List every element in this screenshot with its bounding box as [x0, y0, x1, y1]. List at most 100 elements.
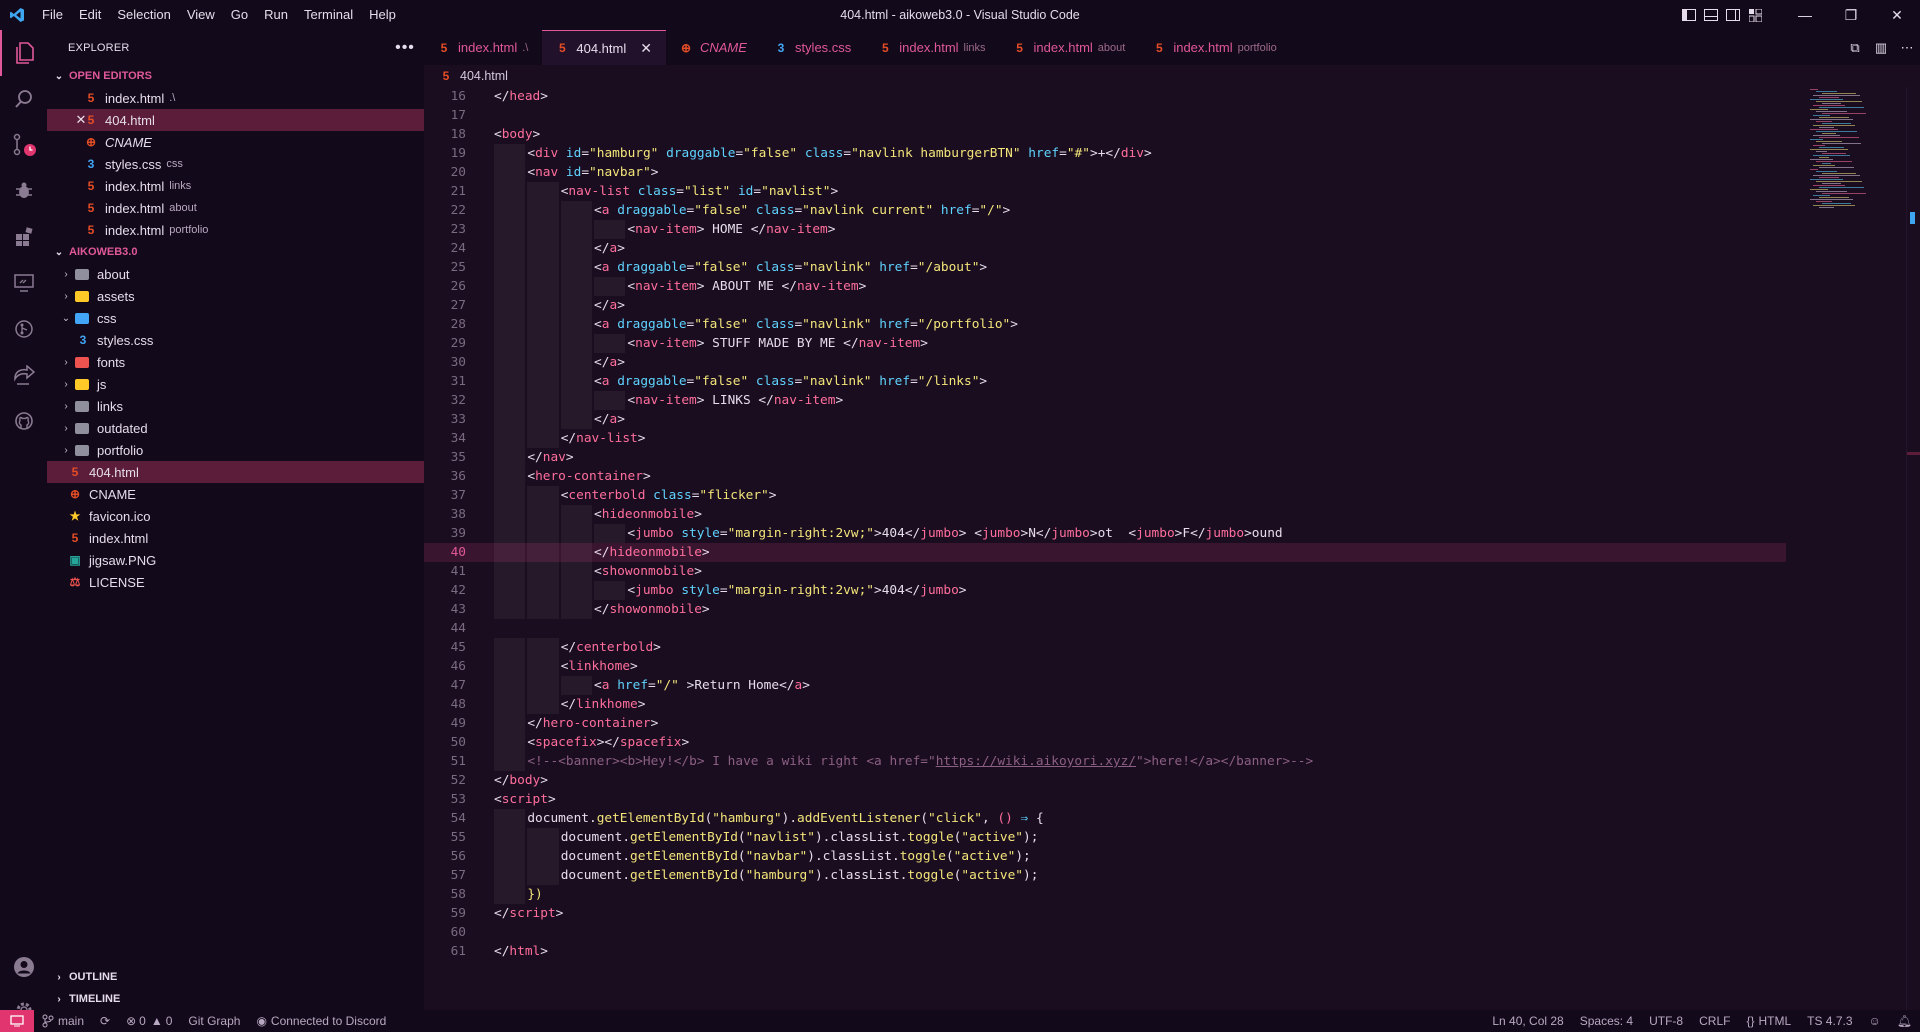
live-share-icon[interactable]	[0, 352, 47, 398]
open-editor-name: index.html	[105, 222, 165, 238]
notifications-bell-icon[interactable]: 🔔︎	[1889, 1010, 1920, 1032]
run-debug-icon[interactable]	[0, 168, 47, 214]
indent-guide	[494, 334, 526, 353]
timeline-section[interactable]: › TIMELINE	[47, 988, 424, 1010]
tree-file[interactable]: ⊕ CNAME	[47, 483, 424, 505]
open-editor-item[interactable]: ⊕ CNAME	[47, 131, 424, 153]
folder-icon	[75, 290, 89, 302]
editor-tab[interactable]: 5 index.html .\	[424, 30, 542, 65]
outline-section[interactable]: › OUTLINE	[47, 966, 424, 988]
close-window-button[interactable]: ✕	[1874, 0, 1920, 30]
tree-file[interactable]: ▣ jigsaw.PNG	[47, 549, 424, 571]
explorer-icon[interactable]	[0, 30, 47, 76]
code-line: 53 <script>	[424, 790, 1786, 809]
menu-run[interactable]: Run	[256, 0, 296, 30]
search-icon[interactable]	[0, 76, 47, 122]
menu-view[interactable]: View	[179, 0, 223, 30]
tree-folder[interactable]: › about	[47, 263, 424, 285]
minimap-line	[1819, 127, 1834, 128]
chevron-right-icon: ›	[57, 993, 61, 1005]
minimap-line	[1810, 139, 1823, 140]
tree-file[interactable]: ⚖ LICENSE	[47, 571, 424, 593]
line-number: 27	[450, 298, 466, 313]
line-number: 25	[450, 260, 466, 275]
toggle-panel-icon[interactable]	[1700, 0, 1722, 30]
open-editor-item[interactable]: 5 index.html .\	[47, 87, 424, 109]
feedback-icon[interactable]: ☺	[1861, 1010, 1889, 1032]
open-editor-item[interactable]: 5 index.html portfolio	[47, 219, 424, 241]
editor-tab[interactable]: 3 styles.css	[761, 30, 865, 65]
git-graph-icon[interactable]	[0, 306, 47, 352]
indent-guide	[560, 505, 593, 524]
cursor-position[interactable]: Ln 40, Col 28	[1484, 1010, 1571, 1032]
open-preview-icon[interactable]: ⧉	[1842, 40, 1868, 56]
tree-file[interactable]: 3 styles.css	[47, 329, 424, 351]
customize-layout-icon[interactable]	[1744, 0, 1766, 30]
editor-tab[interactable]: 5 404.html ✕	[542, 30, 666, 65]
minimap[interactable]	[1806, 87, 1906, 237]
split-editor-icon[interactable]: ▥	[1868, 40, 1894, 56]
line-number: 44	[450, 621, 466, 636]
indent-guide	[494, 600, 526, 619]
menu-help[interactable]: Help	[361, 0, 404, 30]
chevron-right-icon: ›	[64, 444, 68, 456]
tree-file[interactable]: 5 index.html	[47, 527, 424, 549]
tree-file[interactable]: ★ favicon.ico	[47, 505, 424, 527]
open-editor-item[interactable]: ✕ 5 404.html	[47, 109, 424, 131]
breadcrumb[interactable]: 5 404.html	[424, 65, 1920, 87]
more-actions-icon[interactable]: •••	[386, 39, 424, 57]
open-editors-section[interactable]: ⌄ OPEN EDITORS	[47, 65, 424, 87]
open-editor-item[interactable]: 3 styles.css css	[47, 153, 424, 175]
editor-tab[interactable]: 5 index.html about	[1000, 30, 1140, 65]
indent-guide	[494, 809, 526, 828]
editor-tab[interactable]: ⊕ CNAME	[666, 30, 761, 65]
indent-guide	[494, 429, 526, 448]
ts-version[interactable]: TS 4.7.3	[1799, 1010, 1860, 1032]
tree-folder[interactable]: ⌄ css	[47, 307, 424, 329]
language-mode[interactable]: {} HTML	[1738, 1010, 1799, 1032]
tree-folder[interactable]: › js	[47, 373, 424, 395]
tree-folder[interactable]: › portfolio	[47, 439, 424, 461]
editor-tab[interactable]: 5 index.html links	[865, 30, 999, 65]
source-control-icon[interactable]	[0, 122, 47, 168]
extensions-icon[interactable]	[0, 214, 47, 260]
remote-explorer-icon[interactable]	[0, 260, 47, 306]
open-editor-item[interactable]: 5 index.html about	[47, 197, 424, 219]
workspace-section[interactable]: ⌄ AIKOWEB3.0	[47, 241, 424, 263]
toggle-secondary-sidebar-icon[interactable]	[1722, 0, 1744, 30]
close-editor-icon[interactable]: ✕	[74, 112, 88, 128]
menu-selection[interactable]: Selection	[109, 0, 178, 30]
discord-status[interactable]: ◉ Connected to Discord	[248, 1010, 394, 1032]
tree-folder[interactable]: › assets	[47, 285, 424, 307]
menu-file[interactable]: File	[34, 0, 71, 30]
minimap-line	[1819, 197, 1849, 198]
encoding[interactable]: UTF-8	[1641, 1010, 1691, 1032]
code-line: 28 <a draggable="false" class="navlink" h…	[424, 315, 1786, 334]
remote-indicator-icon[interactable]	[0, 1010, 34, 1032]
tree-file[interactable]: 5 404.html	[47, 461, 424, 483]
tree-folder[interactable]: › outdated	[47, 417, 424, 439]
open-editor-item[interactable]: 5 index.html links	[47, 175, 424, 197]
menu-edit[interactable]: Edit	[71, 0, 109, 30]
tree-folder[interactable]: › links	[47, 395, 424, 417]
minimize-button[interactable]: —	[1782, 0, 1828, 30]
editor-tab[interactable]: 5 index.html portfolio	[1139, 30, 1290, 65]
problems-status[interactable]: ⊗ 0 ▲ 0	[118, 1010, 180, 1032]
editor-scrollbar[interactable]	[1906, 87, 1920, 1010]
tree-folder[interactable]: › fonts	[47, 351, 424, 373]
menu-go[interactable]: Go	[223, 0, 256, 30]
git-graph-status[interactable]: Git Graph	[180, 1010, 248, 1032]
menu-terminal[interactable]: Terminal	[296, 0, 361, 30]
end-of-line[interactable]: CRLF	[1691, 1010, 1738, 1032]
toggle-primary-sidebar-icon[interactable]	[1678, 0, 1700, 30]
branch-status[interactable]: main	[34, 1010, 92, 1032]
sync-icon[interactable]: ⟳	[92, 1010, 118, 1032]
indentation[interactable]: Spaces: 4	[1572, 1010, 1641, 1032]
accounts-icon[interactable]	[0, 944, 47, 990]
github-icon[interactable]	[0, 398, 47, 444]
code-line: 43 </showonmobile>	[424, 600, 1786, 619]
code-editor[interactable]: 16 </head> 17 18 <body> 19 <div id="hamburg" d…	[424, 87, 1786, 1010]
close-tab-icon[interactable]: ✕	[640, 40, 652, 57]
restore-button[interactable]: ❐	[1828, 0, 1874, 30]
more-editor-actions-icon[interactable]: ⋯	[1894, 40, 1920, 56]
